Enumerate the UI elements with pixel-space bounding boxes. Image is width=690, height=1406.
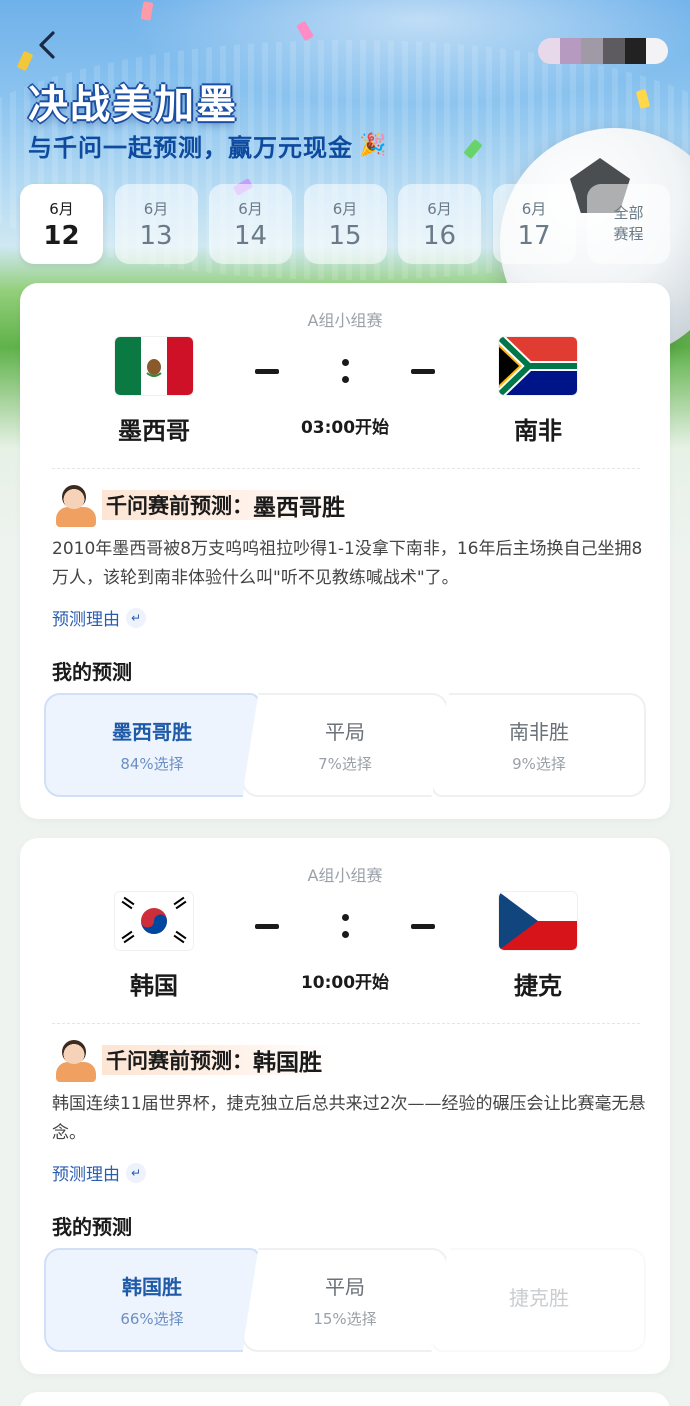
option-label: 平局 [325, 720, 365, 744]
match-card: A组小组赛 韩国 10:00开始 捷克 千问赛前预测： 韩国胜 韩国连续11届世… [20, 838, 670, 1374]
away-team-name: 捷克 [514, 972, 562, 1000]
score-placeholder [255, 906, 435, 946]
my-prediction-title: 我的预测 [52, 1215, 132, 1239]
option-label: 捷克胜 [509, 1285, 569, 1310]
option-percent: 15%选择 [313, 1310, 377, 1328]
home-team[interactable]: 韩国 [84, 892, 224, 1001]
divider [52, 1023, 640, 1024]
ai-assistant-avatar [52, 1038, 108, 1082]
ai-prediction-pick: 韩国胜 [253, 1050, 322, 1076]
page-title: 决战美加墨 [28, 82, 238, 128]
date-tab-6-12[interactable]: 6月 12 [20, 184, 103, 264]
home-team[interactable]: 墨西哥 [84, 337, 224, 446]
score-dash [411, 368, 435, 374]
ai-prediction-label: 千问赛前预测： [106, 494, 253, 518]
prediction-options: 墨西哥胜 84%选择 平局 7%选择 南非胜 9%选择 [44, 693, 646, 797]
next-match-card [20, 1392, 670, 1406]
date-tab-month: 6月 [427, 199, 452, 218]
option-away-win[interactable]: 捷克胜 [432, 1248, 646, 1352]
ai-assistant-avatar [52, 483, 108, 527]
option-percent: 9%选择 [512, 755, 566, 773]
date-tabs: 6月 12 6月 13 6月 14 6月 15 6月 16 6月 17 全部 赛… [20, 184, 670, 264]
date-tab-6-14[interactable]: 6月 14 [209, 184, 292, 264]
prediction-reason-link[interactable]: 预测理由 ↵ [52, 1160, 146, 1185]
return-arrow-icon: ↵ [126, 607, 146, 628]
user-avatar-blurred [538, 38, 668, 64]
home-team-name: 韩国 [130, 972, 178, 1000]
divider [52, 468, 640, 469]
score-dash [411, 923, 435, 929]
all-schedule-line1: 全部 [613, 204, 644, 222]
score-dash [255, 923, 279, 929]
date-tab-month: 6月 [238, 199, 263, 218]
chevron-left-icon [39, 31, 55, 59]
away-team[interactable]: 捷克 [468, 892, 608, 1001]
match-card: A组小组赛 墨西哥 03:00开始 南非 千问赛前预测： 墨西哥胜 2010年墨… [20, 283, 670, 819]
option-away-win[interactable]: 南非胜 9%选择 [432, 693, 646, 797]
date-tab-day: 15 [328, 220, 362, 251]
prediction-reason-link[interactable]: 预测理由 ↵ [52, 605, 146, 630]
south-africa-flag-icon [499, 337, 577, 395]
my-prediction-title: 我的预测 [52, 660, 132, 684]
reason-link-label: 预测理由 [52, 1165, 120, 1185]
korea-flag-icon [115, 892, 193, 950]
away-team[interactable]: 南非 [468, 337, 608, 446]
all-schedule-line2: 赛程 [613, 225, 644, 243]
option-label: 平局 [325, 1275, 365, 1299]
option-home-win[interactable]: 墨西哥胜 84%选择 [44, 693, 260, 797]
ai-prediction-banner: 千问赛前预测： 墨西哥胜 [102, 490, 355, 521]
option-percent: 66%选择 [120, 1310, 184, 1328]
date-tab-day: 16 [422, 220, 457, 251]
date-tab-month: 6月 [49, 199, 74, 218]
kickoff-time: 10:00开始 [300, 973, 390, 993]
option-draw[interactable]: 平局 15%选择 [242, 1248, 448, 1352]
czech-flag-icon [499, 892, 577, 950]
date-tab-6-15[interactable]: 6月 15 [303, 184, 387, 264]
away-team-name: 南非 [514, 417, 562, 445]
date-tab-6-16[interactable]: 6月 16 [398, 184, 481, 264]
reason-link-label: 预测理由 [52, 610, 120, 630]
home-team-name: 墨西哥 [118, 417, 190, 445]
option-label: 墨西哥胜 [112, 720, 192, 744]
stage-label: A组小组赛 [307, 866, 383, 885]
prediction-options: 韩国胜 66%选择 平局 15%选择 捷克胜 [44, 1248, 646, 1352]
date-tab-month: 6月 [521, 199, 547, 218]
confetti-icon [140, 1, 154, 21]
return-arrow-icon: ↵ [126, 1162, 146, 1183]
back-button[interactable] [30, 28, 64, 62]
prediction-analysis: 2010年墨西哥被8万支呜呜祖拉吵得1-1没拿下南非，16年后主场换自己坐拥8万… [52, 539, 643, 588]
kickoff-time: 03:00开始 [300, 418, 390, 438]
score-placeholder [255, 351, 435, 391]
ai-prediction-label: 千问赛前预测： [106, 1049, 253, 1073]
date-tab-day: 14 [233, 220, 268, 251]
date-tab-day: 17 [517, 220, 551, 251]
date-tab-month: 6月 [332, 199, 358, 218]
date-tab-month: 6月 [143, 199, 169, 218]
option-label: 韩国胜 [122, 1275, 182, 1299]
score-colon [341, 914, 349, 938]
subtitle-text: 与千问一起预测，赢万元现金 [28, 134, 353, 162]
score-colon [341, 359, 349, 383]
party-popper-icon: 🎉 [359, 133, 388, 158]
page-subtitle: 与千问一起预测，赢万元现金 🎉 [28, 128, 387, 163]
prediction-analysis: 韩国连续11届世界杯，捷克独立后总共来过2次——经验的碾压会让比赛毫无悬念。 [52, 1094, 646, 1143]
score-dash [255, 368, 279, 374]
option-percent: 7%选择 [318, 755, 372, 773]
ai-prediction-row: 千问赛前预测： 墨西哥胜 [52, 483, 355, 527]
date-tab-day: 13 [139, 220, 173, 251]
option-home-win[interactable]: 韩国胜 66%选择 [44, 1248, 260, 1352]
option-label: 南非胜 [509, 720, 569, 744]
mexico-flag-icon [115, 337, 193, 395]
ai-prediction-pick: 墨西哥胜 [253, 495, 345, 521]
option-percent: 84%选择 [120, 755, 184, 773]
option-draw[interactable]: 平局 7%选择 [242, 693, 448, 797]
date-tab-day: 12 [43, 220, 80, 251]
stage-label: A组小组赛 [307, 311, 383, 330]
confetti-icon [296, 20, 314, 42]
all-schedule-tab[interactable]: 全部 赛程 [587, 184, 670, 264]
ai-prediction-row: 千问赛前预测： 韩国胜 [52, 1038, 332, 1082]
date-tab-6-17[interactable]: 6月 17 [492, 184, 576, 264]
date-tab-6-13[interactable]: 6月 13 [114, 184, 198, 264]
ai-prediction-banner: 千问赛前预测： 韩国胜 [102, 1045, 332, 1076]
